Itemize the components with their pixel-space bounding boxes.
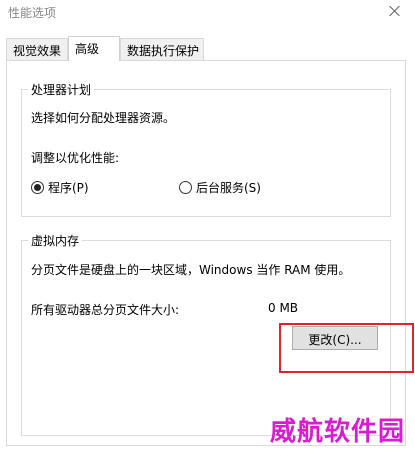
optimize-performance-label: 调整以优化性能: (31, 151, 120, 165)
paging-file-size-label: 所有驱动器总分页文件大小: (31, 303, 180, 317)
red-highlight-box (279, 323, 414, 373)
advanced-tab-panel: 处理器计划 选择如何分配处理器资源。 调整以优化性能: 程序(P) 后台服务(S… (6, 60, 406, 446)
close-icon[interactable] (385, 0, 405, 24)
radio-background-services-indicator[interactable] (179, 181, 192, 194)
tab-advanced[interactable]: 高级 (68, 36, 120, 61)
radio-background-services[interactable]: 后台服务(S) (179, 179, 261, 196)
radio-background-services-label: 后台服务(S) (196, 181, 261, 195)
virtual-memory-heading: 虚拟内存 (28, 232, 83, 249)
window-title: 性能选项 (8, 6, 57, 20)
radio-programs[interactable]: 程序(P) (31, 179, 89, 196)
processor-scheduling-heading: 处理器计划 (28, 81, 95, 98)
tab-data-execution-prevention[interactable]: 数据执行保护 (120, 38, 204, 60)
performance-options-window: 性能选项 视觉效果 高级 数据执行保护 处理器计划 选择如何分配处理器资源。 调… (0, 0, 415, 454)
processor-scheduling-description: 选择如何分配处理器资源。 (31, 111, 176, 125)
title-bar: 性能选项 (0, 0, 415, 30)
virtual-memory-description: 分页文件是硬盘上的一块区域，Windows 当作 RAM 使用。 (31, 263, 351, 277)
radio-programs-indicator[interactable] (31, 181, 44, 194)
paging-file-size-value: 0 MB (268, 301, 299, 315)
watermark-text: 威航软件园 (269, 417, 405, 447)
tab-visual-effects[interactable]: 视觉效果 (6, 38, 68, 60)
radio-programs-label: 程序(P) (48, 181, 89, 195)
processor-scheduling-group: 处理器计划 选择如何分配处理器资源。 调整以优化性能: 程序(P) 后台服务(S… (21, 81, 391, 217)
